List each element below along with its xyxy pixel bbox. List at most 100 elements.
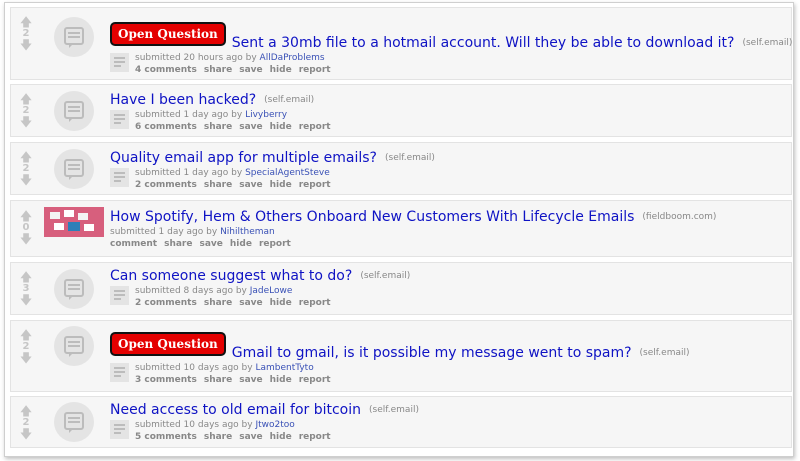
upvote-arrow-icon[interactable]: 🡅 [13, 405, 39, 417]
downvote-arrow-icon[interactable]: 🡇 [13, 233, 39, 245]
post-buttons: 6 comments share save hide report [135, 121, 338, 134]
report-button[interactable]: report [299, 298, 331, 308]
post-domain[interactable]: (self.email) [264, 95, 314, 105]
report-button[interactable]: report [259, 239, 291, 249]
comments-link[interactable]: 3 comments [135, 375, 197, 385]
upvote-arrow-icon[interactable]: 🡅 [13, 329, 39, 341]
post-title[interactable]: Have I been hacked? [110, 92, 256, 108]
post-domain[interactable]: (self.email) [385, 153, 435, 163]
author-link[interactable]: AllDaProblems [260, 53, 325, 63]
tagline: submitted 20 hours ago by AllDaProblems [135, 53, 338, 64]
downvote-arrow-icon[interactable]: 🡇 [13, 352, 39, 364]
submitted-text: submitted 8 days ago by [135, 286, 247, 296]
tagline: submitted 10 days ago by LambentTyto [135, 363, 338, 374]
hide-button[interactable]: hide [270, 65, 292, 75]
comments-link[interactable]: comment [110, 239, 157, 249]
share-button[interactable]: share [204, 65, 232, 75]
open-question-badge: Open Question [110, 332, 226, 356]
vote-block: 🡅 2 🡇 [13, 329, 39, 364]
post-buttons: 4 comments share save hide report [135, 64, 338, 77]
comments-link[interactable]: 5 comments [135, 432, 197, 442]
text-post-icon[interactable] [110, 420, 129, 439]
upvote-arrow-icon[interactable]: 🡅 [13, 210, 39, 222]
author-link[interactable]: Nihiltheman [220, 227, 275, 237]
speech-bubble-icon[interactable] [54, 91, 94, 131]
post-domain[interactable]: (self.email) [640, 348, 690, 358]
report-button[interactable]: report [299, 375, 331, 385]
speech-bubble-icon[interactable] [54, 269, 94, 309]
speech-bubble-icon[interactable] [54, 149, 94, 189]
save-button[interactable]: save [239, 65, 262, 75]
comments-link[interactable]: 2 comments [135, 180, 197, 190]
report-button[interactable]: report [299, 432, 331, 442]
vote-block: 🡅 2 🡇 [13, 93, 39, 128]
submitted-text: submitted 1 day ago by [110, 227, 218, 237]
author-link[interactable]: Livyberry [245, 110, 287, 120]
submitted-text: submitted 20 hours ago by [135, 53, 257, 63]
save-button[interactable]: save [199, 239, 222, 249]
submitted-text: submitted 1 day ago by [135, 110, 243, 120]
text-post-icon[interactable] [110, 110, 129, 129]
downvote-arrow-icon[interactable]: 🡇 [13, 39, 39, 51]
share-button[interactable]: share [204, 122, 232, 132]
save-button[interactable]: save [239, 432, 262, 442]
post-title[interactable]: Need access to old email for bitcoin [110, 402, 361, 418]
author-link[interactable]: Jtwo2too [255, 420, 294, 430]
share-button[interactable]: share [204, 375, 232, 385]
share-button[interactable]: share [164, 239, 192, 249]
text-post-icon[interactable] [110, 53, 129, 72]
hide-button[interactable]: hide [270, 180, 292, 190]
speech-bubble-icon[interactable] [54, 402, 94, 442]
upvote-arrow-icon[interactable]: 🡅 [13, 151, 39, 163]
save-button[interactable]: save [239, 375, 262, 385]
tagline: submitted 8 days ago by JadeLowe [135, 286, 338, 297]
speech-bubble-icon[interactable] [54, 326, 94, 366]
hide-button[interactable]: hide [270, 375, 292, 385]
upvote-arrow-icon[interactable]: 🡅 [13, 271, 39, 283]
vote-block: 🡅 2 🡇 [13, 16, 39, 51]
post-1: 🡅 2 🡇 Have I been hacked? (self.email) s… [10, 84, 792, 137]
hide-button[interactable]: hide [270, 122, 292, 132]
report-button[interactable]: report [299, 65, 331, 75]
save-button[interactable]: save [239, 298, 262, 308]
post-title[interactable]: Can someone suggest what to do? [110, 268, 352, 284]
text-post-icon[interactable] [110, 286, 129, 305]
report-button[interactable]: report [299, 122, 331, 132]
text-post-icon[interactable] [110, 168, 129, 187]
post-domain[interactable]: (self.email) [369, 405, 419, 415]
post-domain[interactable]: (self.email) [742, 38, 792, 48]
downvote-arrow-icon[interactable]: 🡇 [13, 116, 39, 128]
author-link[interactable]: LambentTyto [255, 363, 313, 373]
comments-link[interactable]: 2 comments [135, 298, 197, 308]
save-button[interactable]: save [239, 122, 262, 132]
post-5: 🡅 2 🡇 Open Question Gmail to gmail, is i… [10, 320, 792, 392]
share-button[interactable]: share [204, 298, 232, 308]
share-button[interactable]: share [204, 180, 232, 190]
comments-link[interactable]: 4 comments [135, 65, 197, 75]
hide-button[interactable]: hide [270, 432, 292, 442]
post-buttons: comment share save hide report [110, 238, 787, 251]
post-title[interactable]: Quality email app for multiple emails? [110, 150, 377, 166]
text-post-icon[interactable] [110, 363, 129, 382]
hide-button[interactable]: hide [230, 239, 252, 249]
upvote-arrow-icon[interactable]: 🡅 [13, 16, 39, 28]
post-title[interactable]: Gmail to gmail, is it possible my messag… [232, 345, 632, 361]
link-thumbnail[interactable] [44, 207, 104, 237]
post-domain[interactable]: (fieldboom.com) [642, 212, 716, 222]
speech-bubble-icon[interactable] [54, 17, 94, 57]
share-button[interactable]: share [204, 432, 232, 442]
author-link[interactable]: JadeLowe [250, 286, 293, 296]
post-title[interactable]: How Spotify, Hem & Others Onboard New Cu… [110, 209, 634, 225]
downvote-arrow-icon[interactable]: 🡇 [13, 294, 39, 306]
downvote-arrow-icon[interactable]: 🡇 [13, 174, 39, 186]
report-button[interactable]: report [299, 180, 331, 190]
hide-button[interactable]: hide [270, 298, 292, 308]
downvote-arrow-icon[interactable]: 🡇 [13, 428, 39, 440]
comments-link[interactable]: 6 comments [135, 122, 197, 132]
tagline: submitted 1 day ago by SpecialAgentSteve [135, 168, 338, 179]
save-button[interactable]: save [239, 180, 262, 190]
post-domain[interactable]: (self.email) [360, 271, 410, 281]
upvote-arrow-icon[interactable]: 🡅 [13, 93, 39, 105]
author-link[interactable]: SpecialAgentSteve [245, 168, 330, 178]
post-title[interactable]: Sent a 30mb file to a hotmail account. W… [232, 35, 735, 51]
